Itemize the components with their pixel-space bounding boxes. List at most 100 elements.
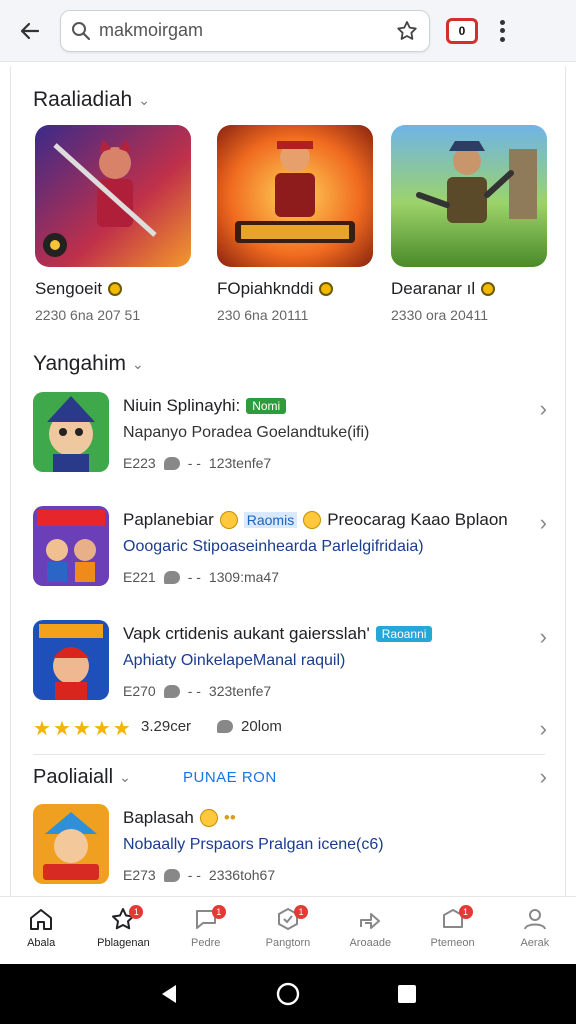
nav-favorites[interactable]: 1 Pblagenan	[82, 897, 164, 964]
status-badge: Raomis	[243, 512, 298, 528]
system-back-icon[interactable]	[158, 982, 180, 1006]
notification-badge: 1	[293, 905, 308, 919]
share-icon	[360, 913, 381, 929]
game-name: FOpiahknddi	[217, 279, 314, 298]
more-menu-icon[interactable]	[492, 16, 512, 46]
system-home-icon[interactable]	[275, 981, 301, 1007]
item-code: E270	[123, 683, 156, 699]
coin-icon	[108, 282, 123, 296]
list-item[interactable]: Vapk crtidenis aukant gaiersslah' Raoanni…	[33, 620, 553, 710]
page-content: Raaliadiah ⌄ Sengoeit 2230 6na 207 51 FO…	[10, 66, 566, 896]
item-dots: - -	[187, 569, 201, 585]
comment-icon	[163, 456, 180, 470]
nav-label: Abala	[27, 937, 56, 949]
emoji-icon	[219, 511, 238, 529]
section-tag[interactable]: PUNAE RON	[183, 769, 277, 786]
comment-icon	[163, 570, 180, 584]
search-field[interactable]: makmoirgam	[60, 9, 430, 52]
nav-label: Pangtorn	[265, 937, 311, 949]
game-card[interactable]: Sengoeit 2230 6na 207 51	[35, 125, 191, 323]
rating-row[interactable]: ★ ★ ★ ★ ★ 3.29cer 20lom ›	[33, 716, 553, 746]
nav-label: Aroaade	[349, 937, 392, 949]
coin-icon	[319, 282, 334, 296]
game-meta: 2330 ora 20411	[391, 307, 489, 323]
game-name: Sengoeit	[35, 279, 103, 298]
section-header-3[interactable]: Paoliaiall ⌄	[33, 766, 131, 789]
comment-icon	[163, 684, 180, 698]
back-button[interactable]	[0, 0, 60, 62]
game-thumbnail	[391, 125, 547, 267]
nav-home[interactable]: Abala	[0, 897, 82, 964]
system-nav-bar	[0, 964, 576, 1024]
app-icon	[33, 506, 109, 586]
item-title: Paplanebiar	[123, 510, 214, 529]
star-icon: ★	[52, 718, 71, 740]
item-subtitle: Nobaally Prspaors Pralgan icene(c6)	[123, 836, 384, 853]
star-icon: ★	[72, 718, 91, 740]
list-item[interactable]: Paplanebiar Raomis Preocarag Kaao Bplaon O…	[33, 506, 553, 596]
notification-badge: 1	[458, 905, 473, 919]
item-dots: - -	[187, 867, 201, 883]
nav-chat[interactable]: 1 Pedre	[165, 897, 247, 964]
comment-icon	[217, 720, 234, 733]
tabs-button[interactable]: 0	[446, 17, 478, 44]
system-recents-icon[interactable]	[396, 983, 418, 1005]
bookmark-star-icon[interactable]	[395, 19, 419, 43]
tab-count: 0	[458, 23, 466, 38]
home-icon	[30, 909, 53, 930]
nav-label: Ptemeon	[430, 937, 475, 949]
game-thumbnail	[35, 125, 191, 267]
coin-icon	[481, 282, 496, 296]
section-header-1[interactable]: Raaliadiah ⌄	[33, 88, 150, 112]
notification-badge: 1	[129, 905, 144, 919]
item-value: 323tenfe7	[208, 683, 272, 699]
star-icon: ★	[112, 718, 131, 740]
item-title: Niuin Splinayhi:	[123, 396, 241, 415]
game-thumbnail	[217, 125, 373, 267]
nav-inbox[interactable]: 1 Ptemeon	[411, 897, 493, 964]
list-item[interactable]: Niuin Splinayhi: Nomi Napanyo Poradea Goe…	[33, 392, 553, 482]
comment-icon	[163, 868, 180, 882]
section-header-2[interactable]: Yangahim ⌄	[33, 352, 144, 376]
item-title: Vapk crtidenis aukant gaiersslah'	[123, 624, 370, 643]
item-dots: - -	[187, 455, 201, 471]
chevron-right-icon[interactable]: ›	[540, 716, 547, 742]
game-meta: 2230 6na 207 51	[35, 307, 141, 323]
section-title: Paoliaiall	[33, 766, 114, 788]
item-code: E223	[123, 455, 156, 471]
item-value: 123tenfe7	[208, 455, 272, 471]
bottom-nav: Abala 1 Pblagenan 1 Pedre 1 Pangtorn Aro…	[0, 896, 576, 964]
nav-share[interactable]: Aroaade	[329, 897, 411, 964]
chevron-right-icon[interactable]: ›	[540, 396, 547, 422]
chevron-right-icon[interactable]: ›	[540, 764, 547, 790]
list-item[interactable]: Baplasah •• Nobaally Prspaors Pralgan ice…	[33, 804, 553, 894]
search-input[interactable]: makmoirgam	[99, 20, 395, 41]
rating-score: 3.29cer	[141, 718, 192, 735]
chevron-down-icon: ⌄	[119, 769, 131, 785]
item-dots: - -	[187, 683, 201, 699]
app-icon	[33, 620, 109, 700]
ellipsis-icon: ••	[223, 808, 236, 827]
game-card[interactable]: FOpiahknddi 230 6na 20111	[217, 125, 373, 323]
chevron-right-icon[interactable]: ›	[540, 510, 547, 536]
status-badge: Nomi	[246, 398, 287, 414]
item-title: Baplasah	[123, 808, 194, 827]
item-subtitle: Aphiaty OinkelapeManal raquil)	[123, 652, 346, 669]
item-subtitle: Ooogaric Stipoaseinhearda Parlelgifridai…	[123, 538, 424, 555]
item-value: 2336toh67	[208, 867, 276, 883]
game-card[interactable]: Dearanar ıl 2330 ora 20411	[391, 125, 547, 323]
section-title: Raaliadiah	[33, 88, 133, 111]
game-name: Dearanar ıl	[391, 279, 476, 298]
nav-badges[interactable]: 1 Pangtorn	[247, 897, 329, 964]
nav-profile[interactable]: Aerak	[494, 897, 576, 964]
chevron-down-icon: ⌄	[138, 91, 150, 108]
status-badge: Raoanni	[375, 626, 433, 642]
nav-label: Aerak	[520, 937, 550, 949]
nav-label: Pblagenan	[97, 937, 150, 949]
chevron-right-icon[interactable]: ›	[540, 624, 547, 650]
item-subtitle: Napanyo Poradea Goelandtuke(ifi)	[123, 424, 370, 441]
nav-label: Pedre	[191, 937, 221, 949]
app-icon	[33, 392, 109, 472]
notification-badge: 1	[211, 905, 226, 919]
review-count: 20lom	[241, 718, 282, 735]
